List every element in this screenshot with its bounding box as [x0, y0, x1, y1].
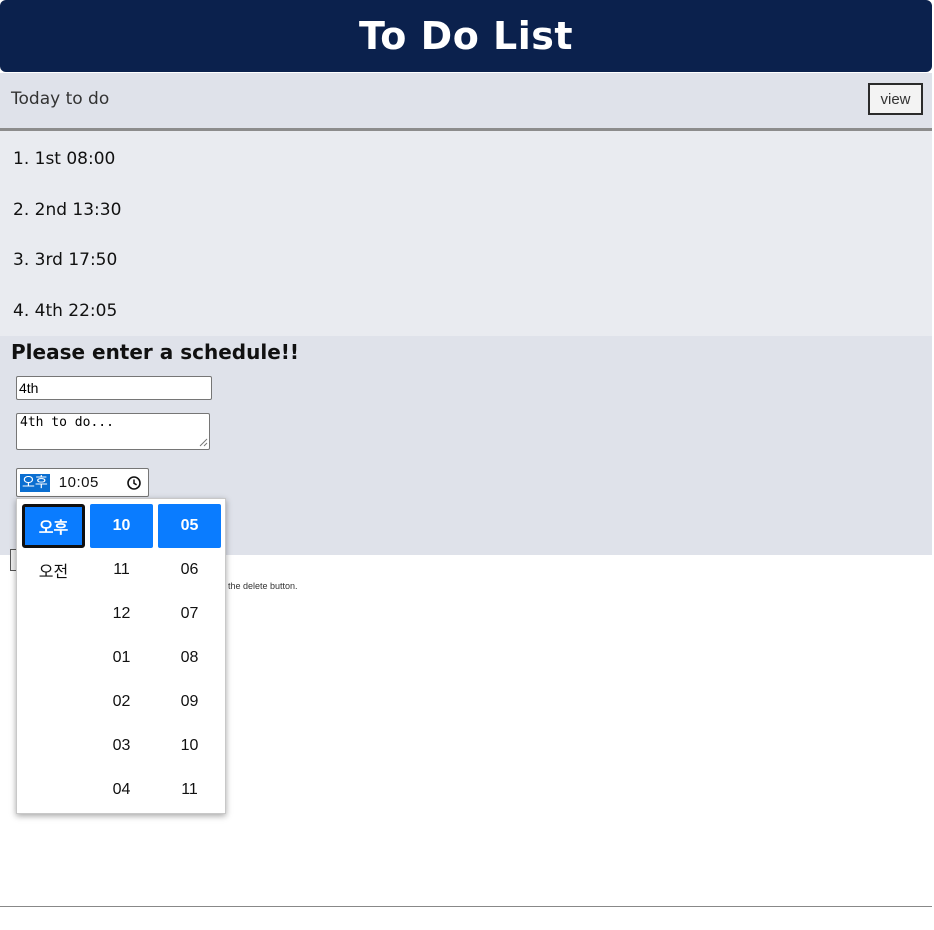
minute-option[interactable]: 07	[158, 592, 221, 636]
hour-option[interactable]: 03	[90, 724, 153, 768]
description-textarea[interactable]: 4th to do...	[16, 413, 210, 450]
minute-column: 05 06 07 08 09 10 11	[158, 504, 221, 812]
help-text: the delete button.	[228, 581, 298, 591]
app-header: To Do List	[0, 0, 932, 72]
today-bar: Today to do view	[0, 73, 932, 131]
minute-option[interactable]: 09	[158, 680, 221, 724]
page-title: To Do List	[358, 14, 574, 58]
minute-option[interactable]: 11	[158, 768, 221, 812]
hour-option[interactable]: 10	[90, 504, 153, 548]
view-button[interactable]: view	[868, 83, 923, 115]
hour-column: 10 11 12 01 02 03 04	[90, 504, 153, 812]
ampm-column: 오후 오전	[22, 504, 85, 592]
resize-grip-icon[interactable]	[198, 437, 208, 447]
title-input[interactable]	[16, 376, 212, 400]
hour-option[interactable]: 12	[90, 592, 153, 636]
minute-option[interactable]: 10	[158, 724, 221, 768]
ampm-segment[interactable]: 오후	[20, 473, 50, 492]
minute-option[interactable]: 06	[158, 548, 221, 592]
hour-option[interactable]: 01	[90, 636, 153, 680]
clock-icon[interactable]	[126, 475, 142, 491]
time-input[interactable]: 오후 10:05	[16, 468, 149, 497]
minute-option[interactable]: 08	[158, 636, 221, 680]
list-item[interactable]: 2. 2nd 13:30	[13, 200, 121, 220]
hour-option[interactable]: 04	[90, 768, 153, 812]
hour-option[interactable]: 02	[90, 680, 153, 724]
minute-option[interactable]: 05	[158, 504, 221, 548]
hour-minute-segment[interactable]: 10:05	[59, 474, 99, 491]
todo-list: 1. 1st 08:00 2. 2nd 13:30 3. 3rd 17:50 4…	[0, 131, 932, 336]
ampm-option-pm[interactable]: 오후	[22, 504, 85, 548]
list-item[interactable]: 3. 3rd 17:50	[13, 250, 117, 270]
list-item[interactable]: 1. 1st 08:00	[13, 149, 115, 169]
form-heading: Please enter a schedule!!	[11, 340, 299, 364]
today-label: Today to do	[11, 89, 110, 109]
ampm-option-am[interactable]: 오전	[22, 548, 85, 592]
time-picker-dropdown[interactable]: 오후 오전 10 11 12 01 02 03 04 05 06 07 08 0…	[16, 498, 226, 814]
hour-option[interactable]: 11	[90, 548, 153, 592]
list-item[interactable]: 4. 4th 22:05	[13, 301, 117, 321]
